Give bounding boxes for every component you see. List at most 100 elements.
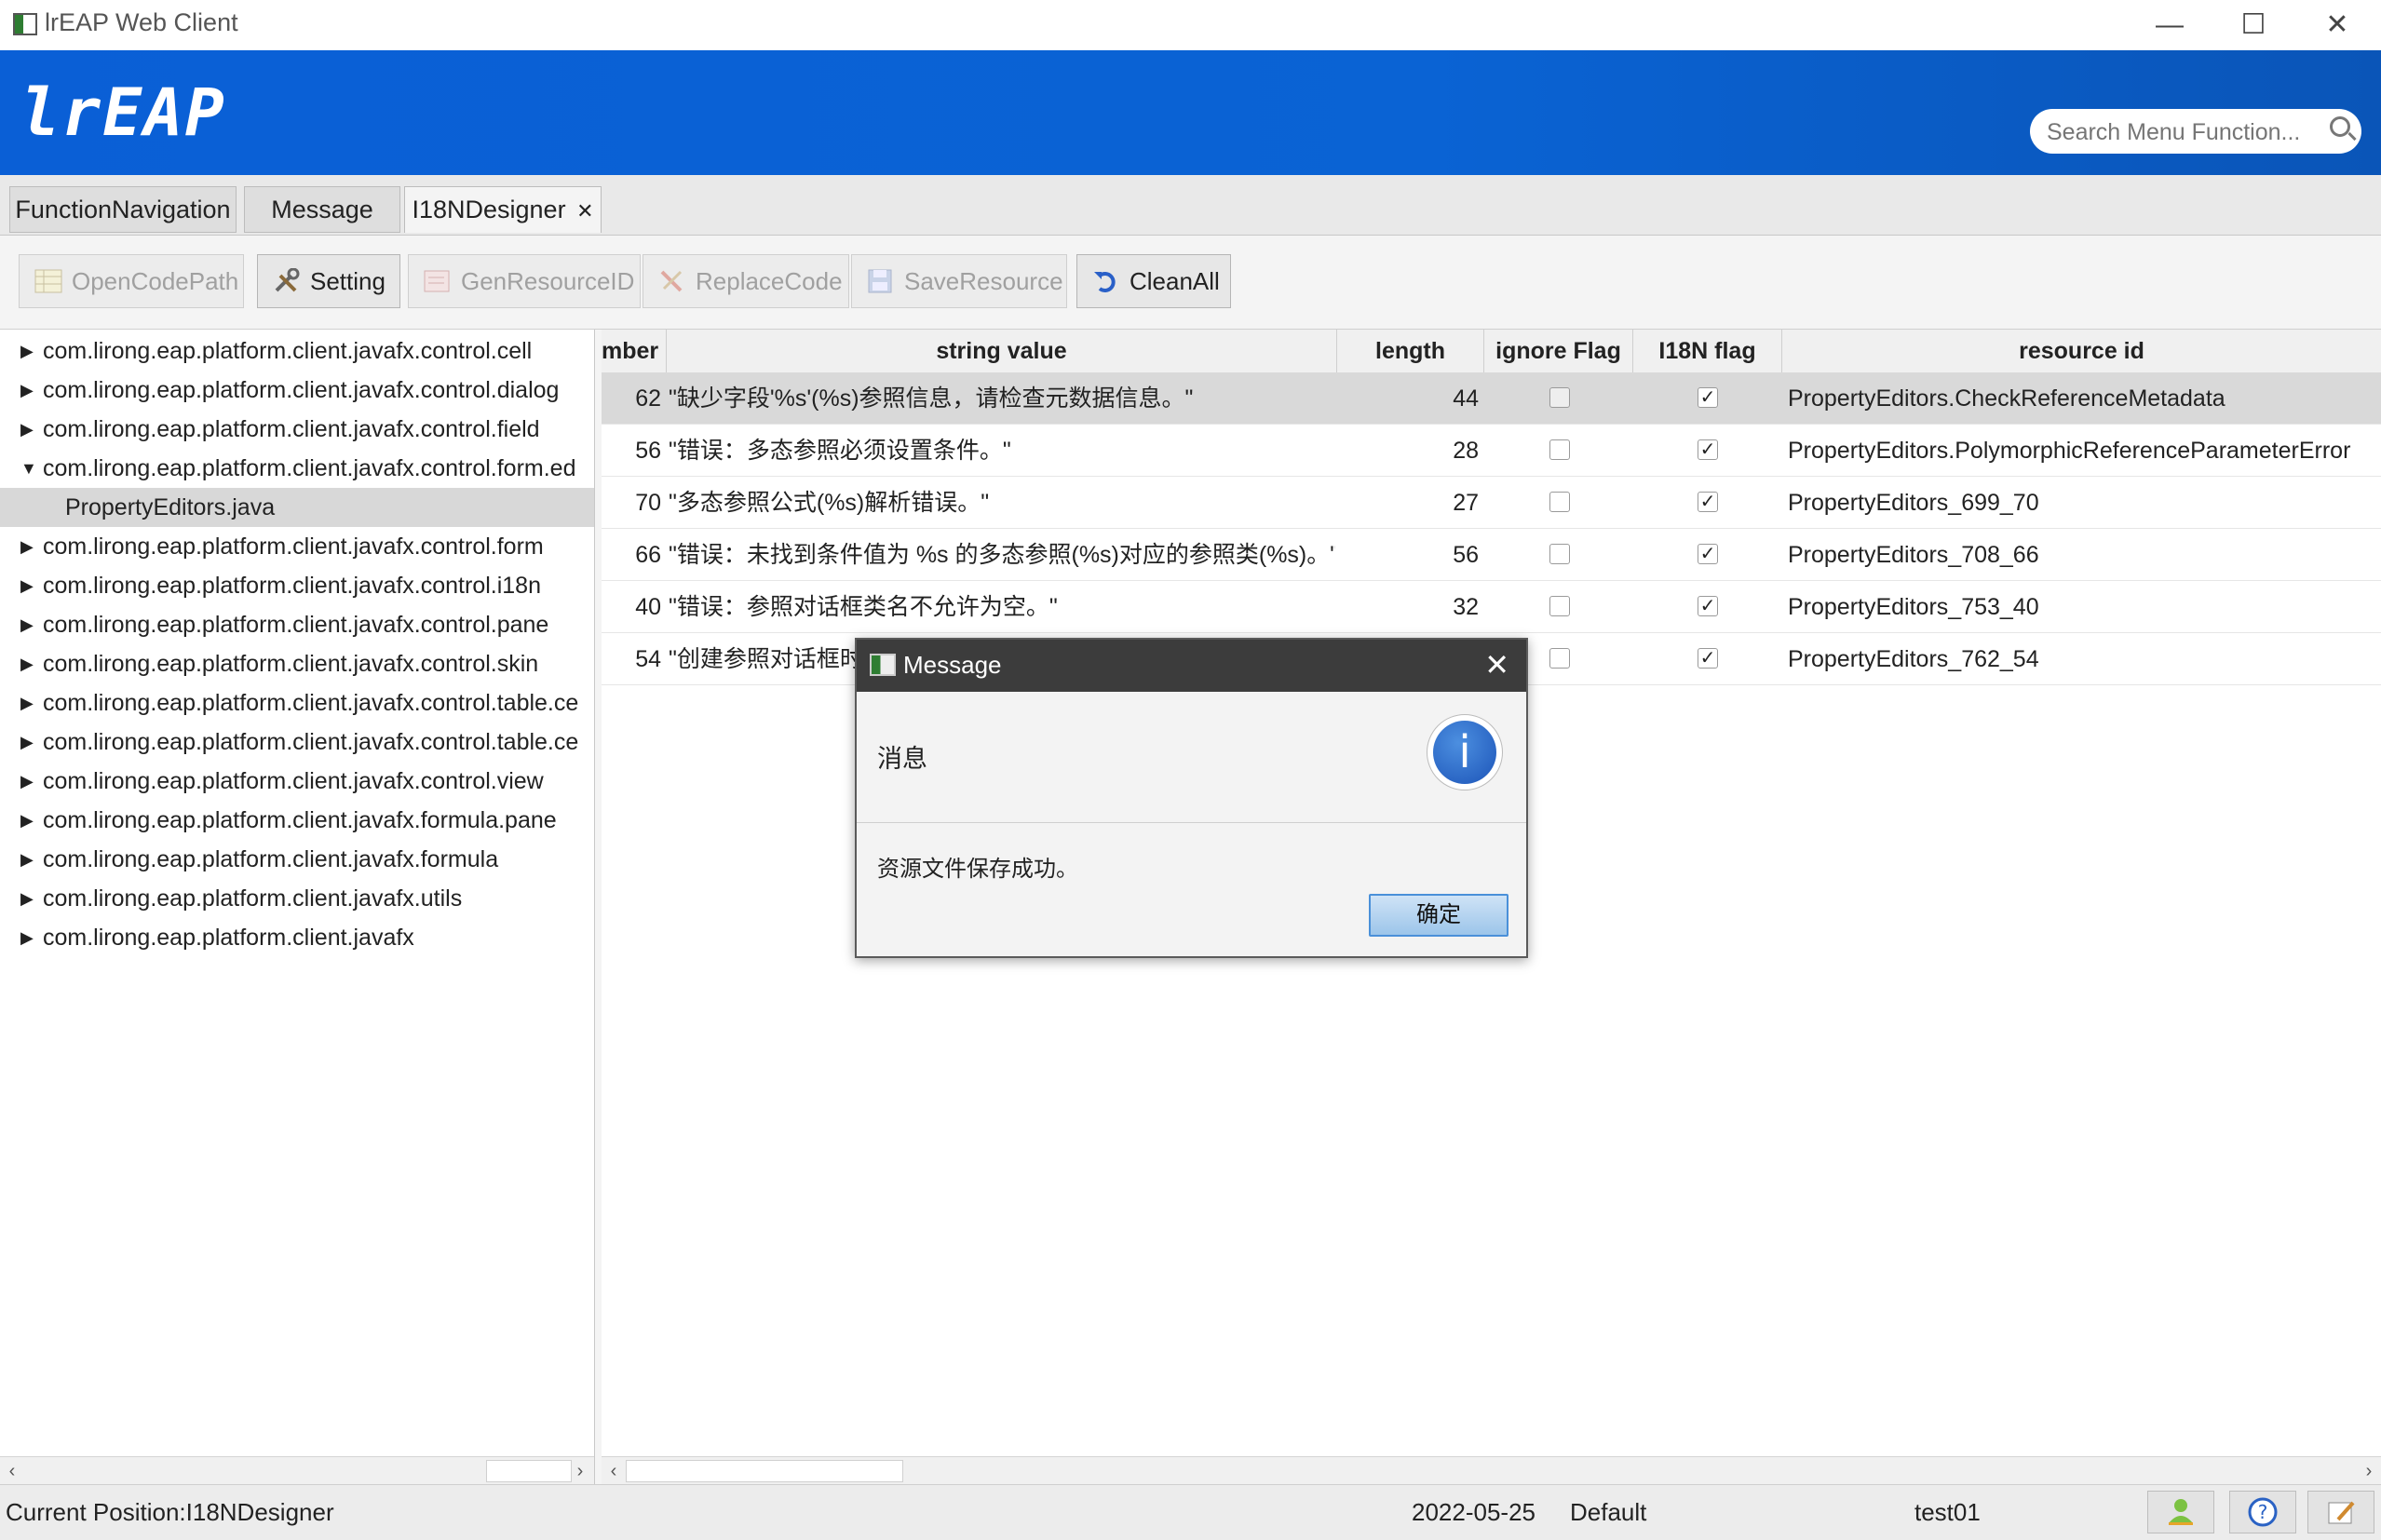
tree-item[interactable]: ▶ com.lirong.eap.platform.client.javafx.c… bbox=[0, 762, 594, 801]
cell-string-value: "错误：多态参照必须设置条件。" bbox=[669, 438, 1011, 464]
tree-item-label: com.lirong.eap.platform.client.javafx.co… bbox=[43, 377, 560, 403]
tree-item[interactable]: ▶ com.lirong.eap.platform.client.javafx.f… bbox=[0, 840, 594, 879]
tree-item[interactable]: ▶ com.lirong.eap.platform.client.javafx.c… bbox=[0, 331, 594, 371]
tab-close-icon[interactable]: ✕ bbox=[576, 199, 593, 223]
expand-arrow-icon[interactable]: ▶ bbox=[20, 879, 34, 918]
expand-arrow-icon[interactable]: ▶ bbox=[20, 410, 34, 449]
tree-item[interactable]: ▶ com.lirong.eap.platform.client.javafx.c… bbox=[0, 371, 594, 410]
tree-horizontal-scrollbar[interactable]: ‹ › bbox=[0, 1456, 594, 1484]
button-label: CleanAll bbox=[1130, 267, 1220, 295]
tab-label: I18NDesigner bbox=[412, 196, 566, 223]
ignore-flag-checkbox[interactable] bbox=[1549, 648, 1570, 669]
expand-arrow-icon[interactable]: ▶ bbox=[20, 918, 34, 957]
ok-button[interactable]: 确定 bbox=[1369, 894, 1508, 937]
cell-resource-id: PropertyEditors_699_70 bbox=[1788, 490, 2039, 516]
column-header-number[interactable]: mber bbox=[602, 330, 667, 372]
help-icon: ? bbox=[2248, 1497, 2278, 1527]
scroll-left-icon[interactable]: ‹ bbox=[0, 1457, 24, 1484]
search-icon[interactable] bbox=[2330, 116, 2350, 137]
column-header-ignore-flag[interactable]: ignore Flag bbox=[1484, 330, 1633, 372]
tree-item[interactable]: ▶ com.lirong.eap.platform.client.javafx.f… bbox=[0, 801, 594, 840]
tree-item[interactable]: ▶ com.lirong.eap.platform.client.javafx.c… bbox=[0, 723, 594, 762]
cell-string-value: "缺少字段'%s'(%s)参照信息，请检查元数据信息。" bbox=[669, 385, 1194, 412]
i18n-flag-checkbox[interactable]: ✓ bbox=[1698, 544, 1718, 564]
tab-function-navigation[interactable]: FunctionNavigation bbox=[9, 186, 237, 233]
cell-resource-id: PropertyEditors_753_40 bbox=[1788, 594, 2039, 620]
i18n-flag-checkbox[interactable]: ✓ bbox=[1698, 387, 1718, 408]
expand-arrow-icon[interactable]: ▶ bbox=[20, 723, 34, 762]
table-row[interactable]: 56 "错误：多态参照必须设置条件。" 28 ✓ PropertyEditors… bbox=[602, 425, 2381, 477]
table-horizontal-scrollbar[interactable]: ‹ › bbox=[602, 1456, 2381, 1484]
expand-arrow-icon[interactable]: ▶ bbox=[20, 331, 34, 371]
dialog-close-icon[interactable]: ✕ bbox=[1484, 647, 1509, 682]
close-window-button[interactable]: ✕ bbox=[2300, 4, 2374, 47]
search-input[interactable] bbox=[2045, 116, 2309, 148]
i18n-flag-checkbox[interactable]: ✓ bbox=[1698, 492, 1718, 512]
expand-arrow-icon[interactable]: ▶ bbox=[20, 527, 34, 566]
tree-item[interactable]: ▶ com.lirong.eap.platform.client.javafx bbox=[0, 918, 594, 957]
column-header-i18n-flag[interactable]: I18N flag bbox=[1633, 330, 1782, 372]
save-resource-button[interactable]: SaveResource bbox=[851, 254, 1067, 308]
column-header-string-value[interactable]: string value bbox=[667, 330, 1337, 372]
expand-arrow-icon[interactable]: ▶ bbox=[20, 683, 34, 723]
table-row[interactable]: 62 "缺少字段'%s'(%s)参照信息，请检查元数据信息。" 44 ✓ Pro… bbox=[602, 372, 2381, 425]
dialog-message: 资源文件保存成功。 bbox=[877, 857, 1078, 882]
dialog-title: Message bbox=[903, 651, 1002, 679]
tree-item[interactable]: ▶ com.lirong.eap.platform.client.javafx.u… bbox=[0, 879, 594, 918]
expand-arrow-icon[interactable]: ▶ bbox=[20, 605, 34, 644]
column-header-resource-id[interactable]: resource id bbox=[1782, 330, 2381, 372]
table-row[interactable]: 70 "多态参照公式(%s)解析错误。" 27 ✓ PropertyEditor… bbox=[602, 477, 2381, 529]
ignore-flag-checkbox[interactable] bbox=[1549, 544, 1570, 564]
cell-length: 27 bbox=[1453, 490, 1479, 516]
button-label: GenResourceID bbox=[461, 267, 635, 295]
gen-resource-id-button[interactable]: GenResourceID bbox=[408, 254, 641, 308]
replace-code-button[interactable]: ReplaceCode bbox=[643, 254, 849, 308]
expand-arrow-icon[interactable]: ▶ bbox=[20, 644, 34, 683]
tree-item-expanded[interactable]: ▼ com.lirong.eap.platform.client.javafx.c… bbox=[0, 449, 594, 488]
collapse-arrow-icon[interactable]: ▼ bbox=[20, 449, 37, 488]
ignore-flag-checkbox[interactable] bbox=[1549, 596, 1570, 616]
tab-message[interactable]: Message bbox=[244, 186, 400, 233]
i18n-flag-checkbox[interactable]: ✓ bbox=[1698, 596, 1718, 616]
open-code-path-button[interactable]: OpenCodePath bbox=[19, 254, 244, 308]
setting-button[interactable]: Setting bbox=[257, 254, 400, 308]
edit-button[interactable] bbox=[2307, 1491, 2374, 1533]
i18n-flag-checkbox[interactable]: ✓ bbox=[1698, 439, 1718, 460]
scroll-left-icon[interactable]: ‹ bbox=[602, 1457, 626, 1484]
form-icon bbox=[424, 270, 450, 292]
scrollbar-thumb[interactable] bbox=[626, 1460, 903, 1482]
expand-arrow-icon[interactable]: ▶ bbox=[20, 371, 34, 410]
table-row[interactable]: 66 "错误：未找到条件值为 %s 的多态参照(%s)对应的参照类(%s)。" … bbox=[602, 529, 2381, 581]
tree-item[interactable]: ▶ com.lirong.eap.platform.client.javafx.c… bbox=[0, 566, 594, 605]
user-icon bbox=[2169, 1499, 2193, 1525]
expand-arrow-icon[interactable]: ▶ bbox=[20, 840, 34, 879]
expand-arrow-icon[interactable]: ▶ bbox=[20, 801, 34, 840]
tree-item[interactable]: ▶ com.lirong.eap.platform.client.javafx.c… bbox=[0, 410, 594, 449]
tree-item[interactable]: ▶ com.lirong.eap.platform.client.javafx.c… bbox=[0, 683, 594, 723]
column-header-length[interactable]: length bbox=[1337, 330, 1484, 372]
help-button[interactable]: ? bbox=[2229, 1491, 2296, 1533]
tree-item[interactable]: ▶ com.lirong.eap.platform.client.javafx.c… bbox=[0, 644, 594, 683]
expand-arrow-icon[interactable]: ▶ bbox=[20, 762, 34, 801]
search-box[interactable] bbox=[2030, 109, 2361, 154]
tree-item[interactable]: ▶ com.lirong.eap.platform.client.javafx.c… bbox=[0, 605, 594, 644]
i18n-flag-checkbox[interactable]: ✓ bbox=[1698, 648, 1718, 669]
dialog-title-bar: Message ✕ bbox=[857, 640, 1526, 692]
expand-arrow-icon[interactable]: ▶ bbox=[20, 566, 34, 605]
tree-item[interactable]: ▶ com.lirong.eap.platform.client.javafx.c… bbox=[0, 527, 594, 566]
tab-i18n-designer[interactable]: I18NDesigner ✕ bbox=[404, 186, 602, 233]
scroll-right-icon[interactable]: › bbox=[568, 1457, 592, 1484]
maximize-button[interactable]: ☐ bbox=[2216, 4, 2291, 47]
tree-item-label: com.lirong.eap.platform.client.javafx.ut… bbox=[43, 885, 463, 912]
ignore-flag-checkbox[interactable] bbox=[1549, 439, 1570, 460]
ignore-flag-checkbox[interactable] bbox=[1549, 492, 1570, 512]
user-button[interactable] bbox=[2147, 1491, 2214, 1533]
table-row[interactable]: 40 "错误：参照对话框类名不允许为空。" 32 ✓ PropertyEdito… bbox=[602, 581, 2381, 633]
tools-icon bbox=[275, 268, 300, 292]
scrollbar-thumb[interactable] bbox=[486, 1460, 572, 1482]
tree-item-property-editors[interactable]: PropertyEditors.java bbox=[0, 488, 594, 527]
minimize-button[interactable]: — bbox=[2132, 4, 2207, 47]
clean-all-button[interactable]: CleanAll bbox=[1076, 254, 1231, 308]
scroll-right-icon[interactable]: › bbox=[2357, 1457, 2381, 1484]
ignore-flag-checkbox[interactable] bbox=[1549, 387, 1570, 408]
